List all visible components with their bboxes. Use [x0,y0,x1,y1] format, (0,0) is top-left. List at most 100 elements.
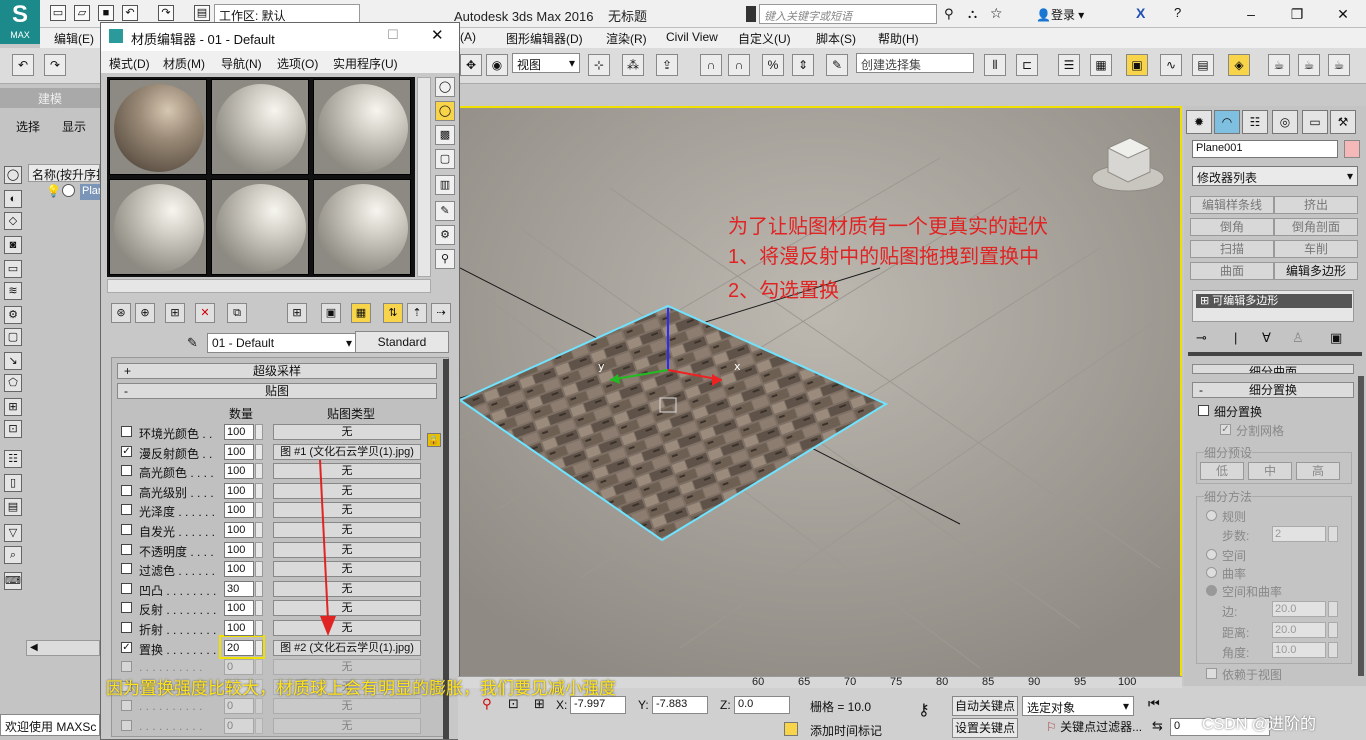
map-enable-checkbox[interactable] [121,661,132,672]
sphere-icon[interactable]: ◯ [4,166,22,184]
map-amount-field[interactable]: 20 [224,640,254,656]
view-dependent-checkbox[interactable] [1206,668,1217,679]
go-to-parent-icon[interactable]: ⇡ [407,303,427,323]
map-amount-field[interactable]: 0 [224,659,254,675]
me-menu-navigation[interactable]: 导航(N) [221,55,262,72]
select-tab[interactable]: 选择 [16,118,40,135]
select-move-icon[interactable]: ✥ [460,54,482,76]
set-key-button[interactable]: 设置关键点 [952,718,1018,738]
command-panel-scrollbar[interactable] [1358,376,1364,676]
align-icon[interactable]: ⊏ [1016,54,1038,76]
help-icon[interactable]: ? [1174,5,1181,20]
map-amount-field[interactable]: 100 [224,483,254,499]
edge-spinner[interactable] [1328,601,1338,617]
make-unique-icon[interactable]: ∀ [1262,330,1271,346]
modifier-list-dropdown[interactable]: 修改器列表 ▾ [1192,166,1358,186]
schematic-view-icon[interactable]: ▣ [1126,54,1148,76]
scene-item-plane[interactable]: Plan [80,184,100,200]
percent-snap-icon[interactable]: % [762,54,784,76]
map-amount-spinner[interactable] [255,659,263,675]
edit-named-selection-icon[interactable]: ✎ [826,54,848,76]
maxscript-listener[interactable]: 欢迎使用 MAXSc [0,714,100,736]
map-enable-checkbox[interactable] [121,720,132,731]
map-slot-button[interactable]: 无 [273,718,421,734]
dope-sheet-icon[interactable]: ▤ [1192,54,1214,76]
utilities-tab-icon[interactable]: ⚒ [1330,110,1356,134]
z-coordinate-field[interactable]: 0.0 [734,696,790,714]
undo-icon[interactable]: ↶ [122,5,138,21]
reset-map-icon[interactable]: ✕ [195,303,215,323]
copy-material-icon[interactable]: ⧉ [227,303,247,323]
keyboard-icon[interactable]: ⌨ [4,572,22,590]
preset-medium-button[interactable]: 中 [1248,462,1292,480]
workspace-dropdown[interactable]: 工作区: 默认 [214,4,360,24]
modifier-button[interactable]: 倒角 [1190,218,1274,236]
y-coordinate-field[interactable]: -7.883 [652,696,708,714]
me-close-icon[interactable]: ✕ [431,26,444,44]
object-name-field[interactable]: Plane001 [1192,140,1338,158]
open-file-icon[interactable]: ▱ [74,5,90,21]
modifier-button[interactable]: 编辑样条线 [1190,196,1274,214]
favorites-star-icon[interactable]: ☆ [990,5,1003,22]
map-amount-field[interactable]: 100 [224,424,254,440]
login-link[interactable]: 👤登录 ▾ [1036,6,1084,23]
reference-coord-icon[interactable]: ◉ [486,54,508,76]
split-mesh-checkbox[interactable]: ✓ [1220,424,1231,435]
map-enable-checkbox[interactable]: ✓ [121,446,132,457]
remove-modifier-icon[interactable]: ♙ [1292,330,1304,346]
show-map-in-viewport-icon[interactable]: ▦ [351,303,371,323]
time-tag-icon[interactable] [784,722,798,736]
display-tab[interactable]: 显示 [62,118,86,135]
map-enable-checkbox[interactable] [121,622,132,633]
material-type-button[interactable]: Standard [355,331,449,353]
map-amount-spinner[interactable] [255,561,263,577]
modifier-button[interactable]: 曲面 [1190,262,1274,280]
hierarchy-tab-icon[interactable]: ☷ [1242,110,1268,134]
spacewarp-icon[interactable]: ≋ [4,282,22,300]
map-enable-checkbox[interactable] [121,504,132,515]
map-amount-field[interactable]: 100 [224,542,254,558]
put-to-scene-icon[interactable]: ⊕ [135,303,155,323]
map-enable-checkbox[interactable] [121,485,132,496]
render-icon[interactable]: ☕ [1328,54,1350,76]
snaps-toggle-icon[interactable]: ∩ [700,54,722,76]
search-input[interactable]: 键入关键字或短语 [759,4,937,24]
map-enable-checkbox[interactable] [121,563,132,574]
map-slot-button[interactable]: 无 [273,424,421,440]
set-key-icon[interactable]: ⚷ [918,700,930,720]
map-amount-spinner[interactable] [255,620,263,636]
material-name-field[interactable]: 01 - Default ▾ [207,333,357,353]
preset-low-button[interactable]: 低 [1200,462,1244,480]
render-setup-icon[interactable]: ☕ [1268,54,1290,76]
map-amount-field[interactable]: 30 [224,581,254,597]
sample-slot[interactable] [211,179,309,275]
backlight-icon[interactable]: ◯ [435,101,455,121]
pin-stack-icon[interactable]: ⊸ [1196,330,1207,346]
save-icon[interactable]: ■ [98,5,114,21]
make-preview-icon[interactable]: ✎ [435,201,455,221]
auto-key-button[interactable]: 自动关键点 [952,696,1018,716]
background-icon[interactable]: ▩ [435,125,455,145]
map-amount-spinner[interactable] [255,718,263,734]
map-amount-spinner[interactable] [255,444,263,460]
curvature-radio[interactable] [1206,567,1217,578]
map-amount-field[interactable]: 100 [224,463,254,479]
map-slot-button[interactable]: 无 [273,659,421,675]
subdiv-displacement-checkbox[interactable] [1198,405,1209,416]
named-selection-dropdown[interactable]: 创建选择集 [856,53,974,73]
scene-explorer-header[interactable]: 名称(按升序排 [28,164,100,182]
map-enable-checkbox[interactable] [121,524,132,535]
distance-field[interactable]: 20.0 [1272,622,1326,638]
binoculars-icon[interactable]: ⚲ [944,6,954,22]
curve-editor-icon[interactable]: ∿ [1160,54,1182,76]
angle-snap-icon[interactable]: ∩ [728,54,750,76]
app-logo[interactable]: S MAX [0,0,40,44]
map-amount-field[interactable]: 100 [224,561,254,577]
put-to-library-icon[interactable]: ⊞ [287,303,307,323]
map-amount-spinner[interactable] [255,502,263,518]
ribbon-icon[interactable]: ▦ [1090,54,1112,76]
rollout-maps[interactable]: - 贴图 [117,383,437,399]
tab-modeling[interactable]: 建模 [0,88,100,108]
map-enable-checkbox[interactable] [121,602,132,613]
layer-icon[interactable]: ▯ [4,474,22,492]
